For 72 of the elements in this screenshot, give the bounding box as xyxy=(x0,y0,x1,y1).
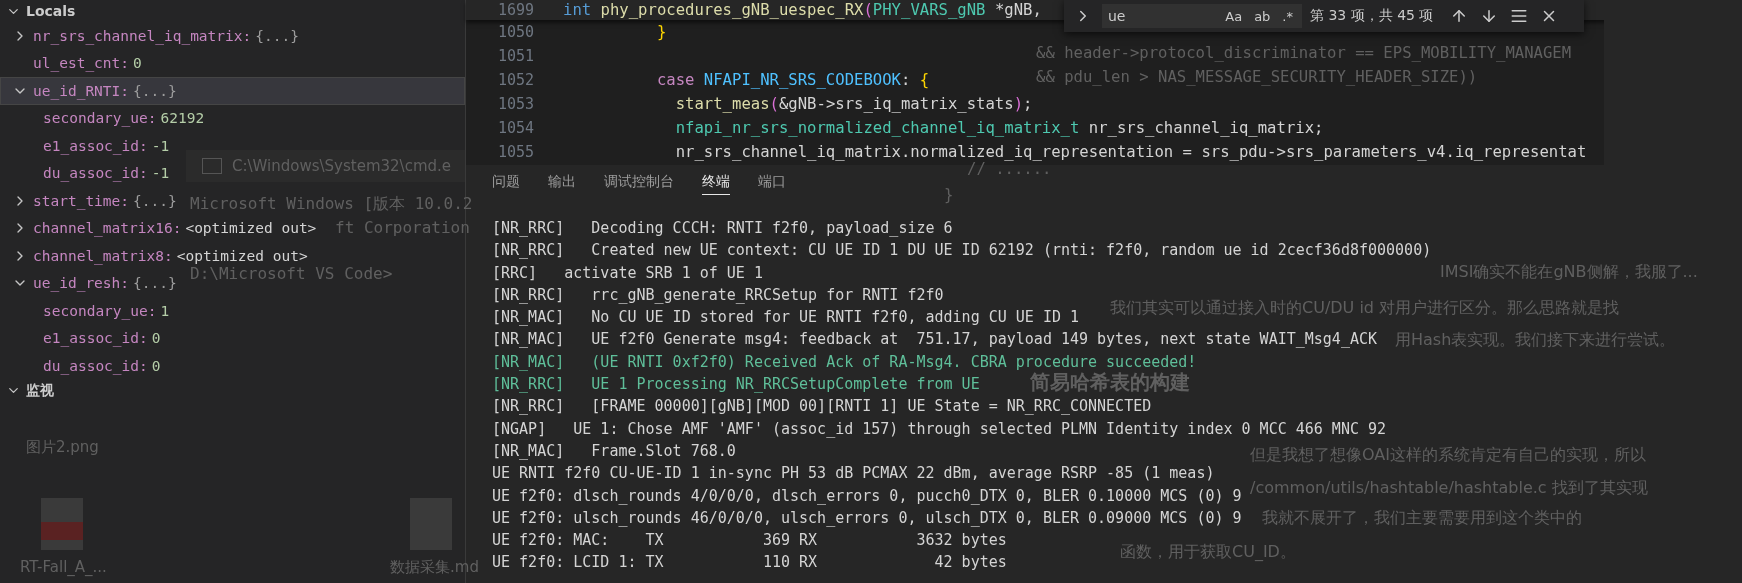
line-number: 1055 xyxy=(496,143,535,161)
terminal-line: UE f2f0: dlsch_rounds 4/0/0/0, dlsch_errors 0, pucch0_DTX 0, BLER 0.10000 MCS (0) 9 xyxy=(492,485,1242,507)
panel-tab[interactable]: 终端 xyxy=(702,170,730,195)
faded-code-text: && pdu_len > NAS_MESSAGE_SECURITY_HEADER_SIZE)) xyxy=(1036,68,1478,87)
variable-row[interactable]: du_assoc_id: -1 xyxy=(0,159,177,187)
line-number: 1052 xyxy=(496,71,535,89)
variable-row[interactable]: e1_assoc_id: -1 xyxy=(0,132,177,160)
terminal-line: [NGAP] UE 1: Chose AMF 'AMF' (assoc_id 157) through selected PLMN Identity index 0 MCC 466 MNC 92 xyxy=(492,418,1387,440)
code-line: case NFAPI_NR_SRS_CODEBOOK: { xyxy=(655,71,930,89)
terminal-icon xyxy=(202,158,222,174)
terminal-line: [NR_RRC] Decoding CCCH: RNTI f2f0, payload_size 6 xyxy=(492,218,953,239)
terminal-line: [NR_RRC] rrc_gNB_generate_RRCSetup for RNTI f2f0 xyxy=(492,284,944,306)
variable-row[interactable]: start_time: {...} xyxy=(0,187,184,215)
faded-code-text: && header->protocol_discriminator == EPS_MOBILITY_MANAGEM xyxy=(1036,44,1572,63)
line-number: 1054 xyxy=(496,119,535,137)
terminal-line: UE f2f0: LCID 1: TX 110 RX 42 bytes xyxy=(492,552,1007,574)
faded-article-text: /common/utils/hashtable/hashtable.c 找到了其实现 xyxy=(1250,478,1648,498)
faded-article-text: 我就不展开了，我们主要需要用到这个类中的 xyxy=(1262,508,1582,528)
faded-code-text: } xyxy=(944,186,954,205)
terminal-line: [NR_MAC] No CU UE ID stored for UE RNTI f2f0, adding CU UE ID 1 xyxy=(492,307,1079,329)
match-count: 第 33 项，共 45 项 xyxy=(1310,7,1435,25)
file-name: RT-Fall_A_... xyxy=(20,558,107,576)
variable-row[interactable]: ue_id_RNTI: {...} xyxy=(0,77,465,105)
variable-row[interactable]: nr_srs_channel_iq_matrix: {...} xyxy=(0,22,306,50)
faded-article-text: 函数，用于获取CU_ID。 xyxy=(1120,542,1296,562)
faded-article-text: IMSI确实不能在gNB侧解，我服了... xyxy=(1440,262,1698,282)
variable-row[interactable]: ul_est_cnt: 0 xyxy=(0,49,149,77)
file-name: 图片2.png xyxy=(26,438,99,456)
search-option-toggle[interactable]: ab xyxy=(1251,7,1274,25)
variable-row[interactable]: secondary_ue: 1 xyxy=(0,297,177,325)
terminal-line: [NR_MAC] Frame.Slot 768.0 xyxy=(492,440,736,462)
code-line: } xyxy=(655,23,667,41)
variable-row[interactable]: channel_matrix16: <optimized out> xyxy=(0,214,324,242)
panel-tab[interactable]: 问题 xyxy=(492,170,520,195)
line-number: 1053 xyxy=(496,95,535,113)
line-number: 1051 xyxy=(496,47,535,65)
terminal-line: [NR_MAC] (UE RNTI 0xf2f0) Received Ack of RA-Msg4. CBRA procedure succeeded! xyxy=(492,351,1197,372)
faded-article-text: 我们其实可以通过接入时的CU/DU id 对用户进行区分。那么思路就是找 xyxy=(1110,298,1620,318)
code-line: nfapi_nr_srs_normalized_channel_iq_matrix_t nr_srs_channel_iq_matrix; xyxy=(674,119,1324,137)
variable-row[interactable]: secondary_ue: 62192 xyxy=(0,104,212,132)
terminal-line: [RRC] activate SRB 1 of UE 1 xyxy=(492,262,763,284)
variable-row[interactable]: ue_id_resh: {...} xyxy=(0,269,184,297)
search-option-toggle[interactable]: Aa xyxy=(1222,7,1246,25)
panel-tab[interactable]: 输出 xyxy=(548,170,576,195)
faded-console-text: Microsoft Windows [版本 10.0.2 xyxy=(190,194,473,214)
terminal-line: [NR_RRC] [FRAME 00000][gNB][MOD 00][RNTI 1] UE State = NR_RRC_CONNECTED xyxy=(492,396,1152,418)
code-line: int phy_procedures_gNB_uespec_RX(PHY_VARS_gNB *gNB, xyxy=(563,1,1042,19)
faded-article-text: 用Hash表实现。我们接下来进行尝试。 xyxy=(1395,330,1676,350)
line-number: 1699 xyxy=(496,1,535,19)
line-number: 1050 xyxy=(496,23,535,41)
panel-tab[interactable]: 调试控制台 xyxy=(604,170,674,195)
variable-row[interactable]: du_assoc_id: 0 xyxy=(0,352,168,380)
pdf-file-icon xyxy=(41,498,83,550)
variable-row[interactable]: e1_assoc_id: 0 xyxy=(0,324,168,352)
terminal-line: UE RNTI f2f0 CU-UE-ID 1 in-sync PH 53 dB PCMAX 22 dBm, average RSRP -85 (1 meas) xyxy=(492,463,1215,485)
faded-console-text: D:\Microsoft VS Code> xyxy=(190,264,393,284)
panel-tab[interactable]: 端口 xyxy=(758,170,786,195)
terminal-line: UE f2f0: ulsch_rounds 46/0/0/0, ulsch_errors 0, ulsch_DTX 0, BLER 0.09000 MCS (0) 9 xyxy=(492,507,1242,529)
faded-heading: 简易哈希表的构建 xyxy=(1030,370,1190,394)
terminal-line: [NR_RRC] Created new UE context: CU UE ID 1 DU UE ID 62192 (rnti: f2f0, random ue id 2cecf36d8f000000) xyxy=(492,240,1432,262)
terminal-line: UE f2f0: MAC: TX 369 RX 3632 bytes xyxy=(492,530,1007,552)
code-line: nr_srs_channel_iq_matrix.normalized_iq_representation = srs_pdu->srs_parameters_v4.iq_representat xyxy=(674,143,1587,161)
code-line: start_meas(&gNB->srs_iq_matrix_stats); xyxy=(674,95,1033,113)
file-name: 数据采集.md xyxy=(390,558,479,576)
faded-code-text: // ...... xyxy=(967,160,1052,179)
search-field[interactable]: ue Aa ab .* xyxy=(1102,4,1302,28)
terminal-line: [NR_RRC] UE 1 Processing NR_RRCSetupComplete from UE xyxy=(492,374,980,396)
section-title[interactable]: Locals xyxy=(26,3,76,19)
faded-console-text: ft Corporation xyxy=(335,218,470,238)
section-title[interactable]: 监视 xyxy=(26,381,54,400)
search-option-toggle[interactable]: .* xyxy=(1279,7,1296,25)
terminal-line: [NR_MAC] UE f2f0 Generate msg4: feedback at 751.17, payload 149 bytes, next state WAIT_Msg4_ACK xyxy=(492,329,1377,351)
